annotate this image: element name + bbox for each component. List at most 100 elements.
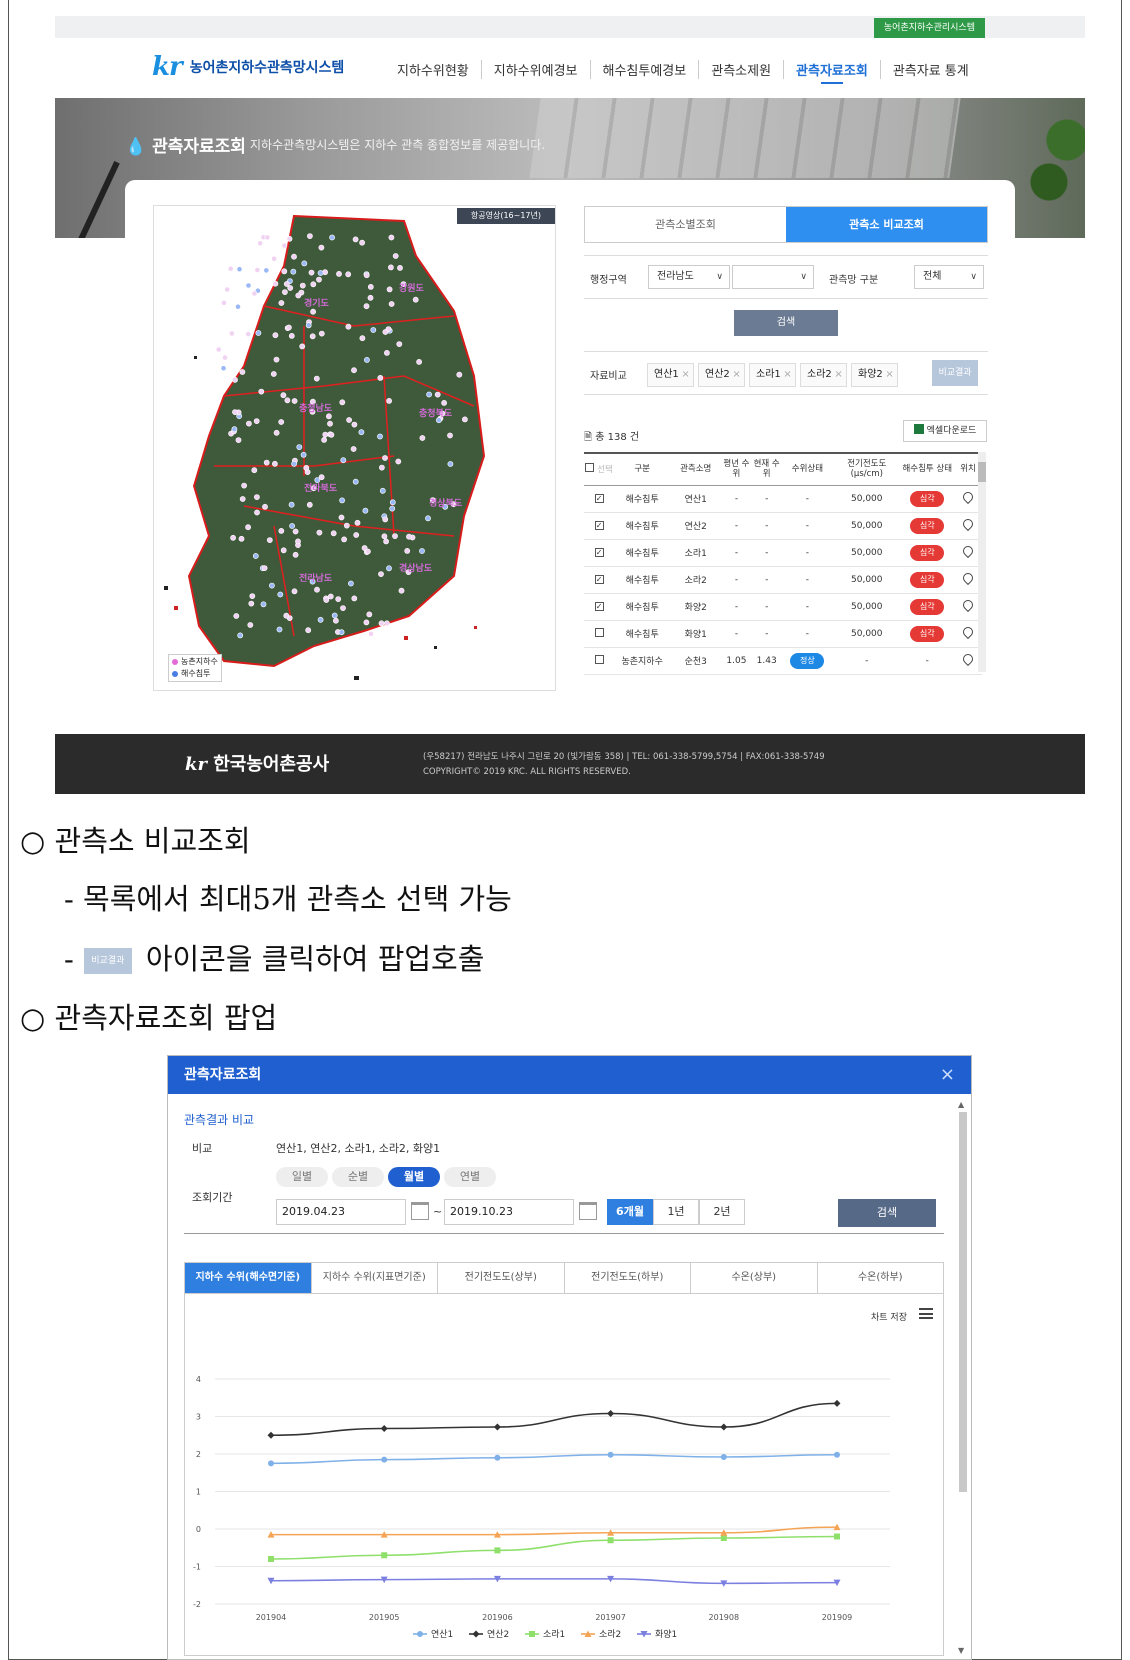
station-marker[interactable] [434,391,441,398]
data-point-연산2[interactable] [380,1425,388,1432]
station-marker[interactable] [221,300,227,306]
table-row[interactable]: ✓ 해수침투 연산2- - -50,000 심각 [584,512,982,540]
station-marker[interactable] [283,612,290,619]
station-marker[interactable] [254,509,260,516]
station-marker[interactable] [345,323,352,330]
station-marker[interactable] [388,234,395,241]
station-marker[interactable] [397,265,403,271]
station-marker[interactable] [325,413,332,420]
table-row[interactable]: 농촌지하수 순천3 1.05 1.43 정상 - - [584,647,982,675]
station-marker[interactable] [447,432,453,439]
period-type-option[interactable]: 일별 [276,1167,328,1187]
calendar-icon[interactable] [411,1202,429,1220]
site-logo[interactable]: kr 농어촌지하수관측망시스템 [152,52,344,82]
station-marker[interactable] [345,271,352,278]
station-marker[interactable] [230,534,236,541]
station-marker[interactable] [232,409,238,415]
station-marker[interactable] [300,451,307,458]
row-checkbox[interactable]: ✓ [584,539,615,567]
station-marker[interactable] [343,522,350,529]
data-point-소라1[interactable] [494,1547,501,1554]
station-marker[interactable] [292,551,299,558]
range-button[interactable]: 1년 [653,1199,699,1225]
station-marker[interactable] [461,416,468,423]
station-marker[interactable] [378,571,384,577]
data-point-연산2[interactable] [267,1431,275,1439]
station-marker[interactable] [367,284,374,290]
station-marker[interactable] [327,593,334,600]
station-marker[interactable] [419,435,426,441]
station-marker[interactable] [386,397,392,404]
period-type-option[interactable]: 순별 [332,1167,384,1187]
station-marker[interactable] [272,280,279,287]
station-marker[interactable] [330,530,337,537]
chart-tab[interactable]: 지하수 수위(해수면기준) [185,1263,311,1293]
station-marker[interactable] [291,253,297,260]
station-marker[interactable] [255,330,262,336]
station-marker[interactable] [314,477,321,483]
row-checkbox[interactable]: ✓ [584,566,615,594]
compare-chip[interactable]: 연산2 [698,363,745,387]
column-header[interactable]: 관측소명 [670,452,722,486]
station-marker[interactable] [395,458,402,465]
nav-item-4[interactable]: 관측소제원 [698,60,783,79]
data-point-소라1[interactable] [720,1535,727,1541]
table-row[interactable]: ✓ 해수침투 화양2- - -50,000 심각 [584,593,982,621]
station-marker[interactable] [328,431,335,438]
station-marker[interactable] [316,529,323,536]
date-from-input[interactable]: 2019.04.23 [276,1199,406,1225]
station-marker[interactable] [261,565,268,571]
station-marker[interactable] [358,429,365,436]
station-marker[interactable] [285,324,292,331]
station-marker[interactable] [227,265,234,272]
data-point-소라1[interactable] [607,1537,614,1544]
station-marker[interactable] [329,234,335,241]
station-marker[interactable] [327,420,333,427]
station-marker[interactable] [280,547,287,554]
station-marker[interactable] [363,272,370,279]
station-marker[interactable] [245,331,252,338]
station-marker[interactable] [338,629,345,636]
legend-item[interactable]: 소라1 [525,1629,565,1640]
station-marker[interactable] [363,356,370,363]
station-marker[interactable] [286,235,293,242]
station-marker[interactable] [351,421,358,428]
nav-item-2[interactable]: 지하수위예경보 [480,60,590,79]
station-marker[interactable] [283,281,290,287]
data-point-연산1[interactable] [381,1456,388,1463]
station-marker[interactable] [229,330,235,337]
station-marker[interactable] [346,417,352,423]
station-marker[interactable] [318,244,325,251]
station-marker[interactable] [352,478,359,485]
station-marker[interactable] [323,597,330,603]
station-marker[interactable] [254,494,260,500]
station-marker[interactable] [335,596,342,602]
close-icon[interactable]: × [940,1056,955,1094]
row-checkbox[interactable] [584,647,615,675]
table-row[interactable]: ✓ 해수침투 연산1- - -50,000 심각 [584,485,982,513]
station-marker[interactable] [266,537,273,543]
data-point-연산1[interactable] [720,1454,727,1460]
search-button[interactable]: 검색 [734,310,838,336]
station-marker[interactable] [359,239,365,246]
column-header[interactable]: 현재 수위 [751,452,782,486]
station-marker[interactable] [310,281,317,288]
station-marker[interactable] [350,446,357,452]
column-header[interactable]: 평년 수위 [721,452,752,486]
station-marker[interactable] [389,505,396,512]
station-marker[interactable] [251,290,258,297]
station-marker[interactable] [383,349,390,356]
station-marker[interactable] [284,397,291,404]
network-type-select[interactable]: 전체 [914,265,984,289]
station-marker[interactable] [310,308,316,315]
station-marker[interactable] [280,392,287,399]
station-marker[interactable] [441,399,447,406]
station-marker[interactable] [237,632,244,639]
station-marker[interactable] [260,601,267,608]
station-marker[interactable] [377,374,384,381]
legend-item[interactable]: 소라2 [581,1629,621,1640]
legend-item[interactable]: 화양1 [637,1629,677,1640]
compare-chip[interactable]: 소라2 [800,363,847,387]
station-marker[interactable] [314,586,320,593]
legend-item[interactable]: 연산2 [469,1629,509,1640]
